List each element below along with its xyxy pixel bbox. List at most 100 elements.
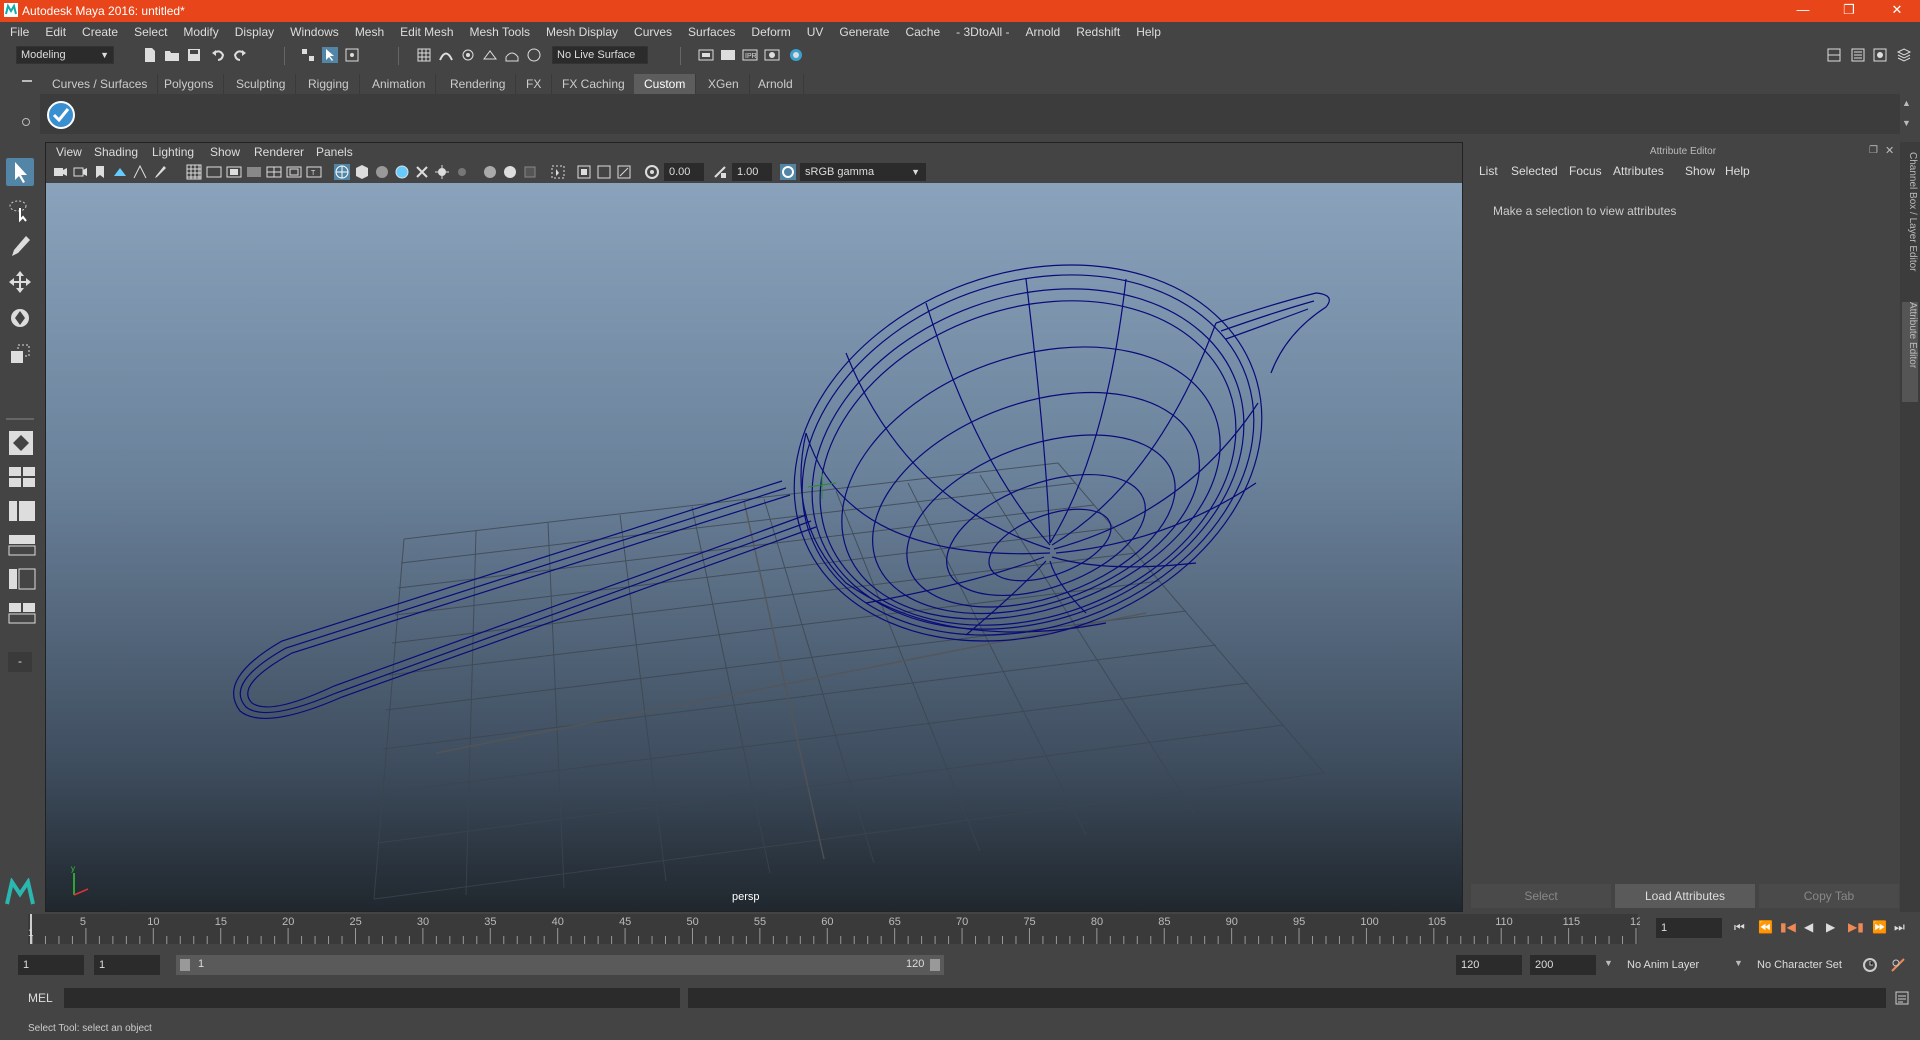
- character-set-dropdown[interactable]: No Character Set: [1752, 955, 1868, 975]
- shelf-scroll-up-icon[interactable]: ▲: [1902, 98, 1911, 108]
- anim-layer-dropdown[interactable]: No Anim Layer: [1622, 955, 1738, 975]
- menu-mesh-tools[interactable]: Mesh Tools: [470, 25, 530, 39]
- range-slider-start-handle[interactable]: [180, 959, 190, 971]
- shelf-tab-fx-caching[interactable]: FX Caching: [552, 74, 636, 94]
- menu-edit-mesh[interactable]: Edit Mesh: [400, 25, 453, 39]
- viewport-menu-lighting[interactable]: Lighting: [152, 145, 194, 159]
- toolbox-more-button[interactable]: -: [8, 652, 32, 672]
- rotate-tool-icon[interactable]: [6, 304, 34, 332]
- menu-select[interactable]: Select: [134, 25, 167, 39]
- open-scene-icon[interactable]: [164, 47, 180, 63]
- command-input[interactable]: [64, 988, 680, 1008]
- modeling-toolkit-icon[interactable]: [1826, 47, 1842, 63]
- menu-edit[interactable]: Edit: [45, 25, 66, 39]
- step-forward-frame-icon[interactable]: ▶▮: [1848, 920, 1864, 934]
- chevron-down-icon[interactable]: ▼: [1734, 958, 1743, 968]
- persp-outliner-layout-icon[interactable]: [8, 500, 36, 522]
- new-scene-icon[interactable]: [142, 47, 158, 63]
- film-gate-icon[interactable]: [206, 164, 222, 180]
- save-scene-icon[interactable]: [186, 47, 202, 63]
- gate-mask-icon[interactable]: [246, 164, 262, 180]
- exposure-icon[interactable]: [644, 164, 660, 180]
- select-button[interactable]: Select: [1471, 884, 1611, 908]
- select-by-hierarchy-icon[interactable]: [300, 47, 316, 63]
- tool-settings-icon[interactable]: [1872, 47, 1888, 63]
- animation-start-field[interactable]: 1: [18, 955, 84, 975]
- shelf-tab-rigging[interactable]: Rigging: [298, 74, 360, 94]
- grease-pencil-icon[interactable]: [152, 164, 168, 180]
- select-tool-icon[interactable]: [6, 158, 34, 186]
- gamma-icon[interactable]: [712, 164, 728, 180]
- wireframe-on-shaded-icon[interactable]: [394, 164, 410, 180]
- lasso-tool-icon[interactable]: [6, 196, 34, 224]
- shelf-tab-animation[interactable]: Animation: [362, 74, 437, 94]
- auto-key-icon[interactable]: [1862, 957, 1878, 973]
- shelf-tab-rendering[interactable]: Rendering: [440, 74, 517, 94]
- viewport-menu-panels[interactable]: Panels: [316, 145, 353, 159]
- custom-shelf-check-icon[interactable]: [46, 100, 76, 130]
- step-back-frame-icon[interactable]: ▮◀: [1780, 920, 1796, 934]
- menu-modify[interactable]: Modify: [183, 25, 218, 39]
- attr-menu-list[interactable]: List: [1479, 164, 1498, 178]
- move-tool-icon[interactable]: [6, 268, 34, 296]
- script-editor-icon[interactable]: [1894, 990, 1910, 1006]
- render-frame-icon[interactable]: [720, 47, 736, 63]
- wireframe-shading-icon[interactable]: [334, 164, 350, 180]
- xray-icon[interactable]: [414, 164, 430, 180]
- playback-end-field[interactable]: 120: [1456, 955, 1522, 975]
- shelf-tab-curves-surfaces[interactable]: Curves / Surfaces: [42, 74, 159, 94]
- snap-curve-icon[interactable]: [438, 47, 454, 63]
- gamma-field[interactable]: 1.00: [732, 163, 772, 181]
- viewport-menu-show[interactable]: Show: [210, 145, 240, 159]
- attribute-editor-tab[interactable]: Attribute Editor: [1902, 302, 1918, 402]
- menu-set-dropdown[interactable]: Modeling ▼: [16, 46, 114, 64]
- shelf-tab-fx[interactable]: FX: [516, 74, 553, 94]
- playback-start-field[interactable]: 1: [94, 955, 160, 975]
- menu-display[interactable]: Display: [235, 25, 274, 39]
- hypershade-layout-icon[interactable]: [8, 568, 36, 590]
- scale-tool-icon[interactable]: [6, 340, 34, 368]
- render-view-icon[interactable]: [698, 47, 714, 63]
- snap-view-plane-icon[interactable]: [482, 47, 498, 63]
- attr-menu-help[interactable]: Help: [1725, 164, 1750, 178]
- menu-help[interactable]: Help: [1136, 25, 1161, 39]
- grid-toggle-icon[interactable]: [186, 164, 202, 180]
- bookmark-icon[interactable]: [92, 164, 108, 180]
- single-perspective-layout-icon[interactable]: [8, 430, 34, 456]
- shelf-tab-custom[interactable]: Custom: [634, 74, 697, 94]
- menu-arnold[interactable]: Arnold: [1026, 25, 1061, 39]
- select-by-component-icon[interactable]: [344, 47, 360, 63]
- go-to-end-icon[interactable]: ⏭: [1894, 920, 1905, 935]
- copy-tab-button[interactable]: Copy Tab: [1759, 884, 1899, 908]
- scene-canvas[interactable]: y: [46, 183, 1462, 911]
- viewport-menu-shading[interactable]: Shading: [94, 145, 138, 159]
- safe-action-icon[interactable]: [286, 164, 302, 180]
- motion-blur-icon[interactable]: [502, 164, 518, 180]
- resolution-gate-icon[interactable]: [226, 164, 242, 180]
- undo-icon[interactable]: [210, 47, 226, 63]
- menu-mesh-display[interactable]: Mesh Display: [546, 25, 618, 39]
- viewport-menu-view[interactable]: View: [56, 145, 82, 159]
- menu-redshift[interactable]: Redshift: [1076, 25, 1120, 39]
- menu-generate[interactable]: Generate: [839, 25, 889, 39]
- menu-mesh[interactable]: Mesh: [355, 25, 384, 39]
- redo-icon[interactable]: [232, 47, 248, 63]
- persp-graph-layout-icon[interactable]: [8, 534, 36, 556]
- animation-preferences-icon[interactable]: [1890, 957, 1906, 973]
- select-camera-icon[interactable]: [52, 164, 68, 180]
- field-chart-icon[interactable]: [266, 164, 282, 180]
- zoom-region-icon[interactable]: [616, 164, 632, 180]
- menu-3dtoall[interactable]: - 3DtoAll -: [956, 25, 1009, 39]
- shelf-tab-xgen[interactable]: XGen: [698, 74, 750, 94]
- smooth-shade-icon[interactable]: [354, 164, 370, 180]
- attr-menu-focus[interactable]: Focus: [1569, 164, 1602, 178]
- ipr-render-icon[interactable]: IPR: [742, 47, 758, 63]
- attr-menu-show[interactable]: Show: [1685, 164, 1715, 178]
- channel-box-toggle-icon[interactable]: [1896, 47, 1912, 63]
- shelf-menu-icon[interactable]: [22, 80, 32, 82]
- current-frame-field[interactable]: 1: [1656, 918, 1722, 938]
- isolate-select-icon[interactable]: [550, 164, 566, 180]
- play-backwards-icon[interactable]: ◀: [1804, 920, 1813, 934]
- step-forward-key-icon[interactable]: ⏩: [1872, 920, 1887, 934]
- shelf-tab-sculpting[interactable]: Sculpting: [226, 74, 297, 94]
